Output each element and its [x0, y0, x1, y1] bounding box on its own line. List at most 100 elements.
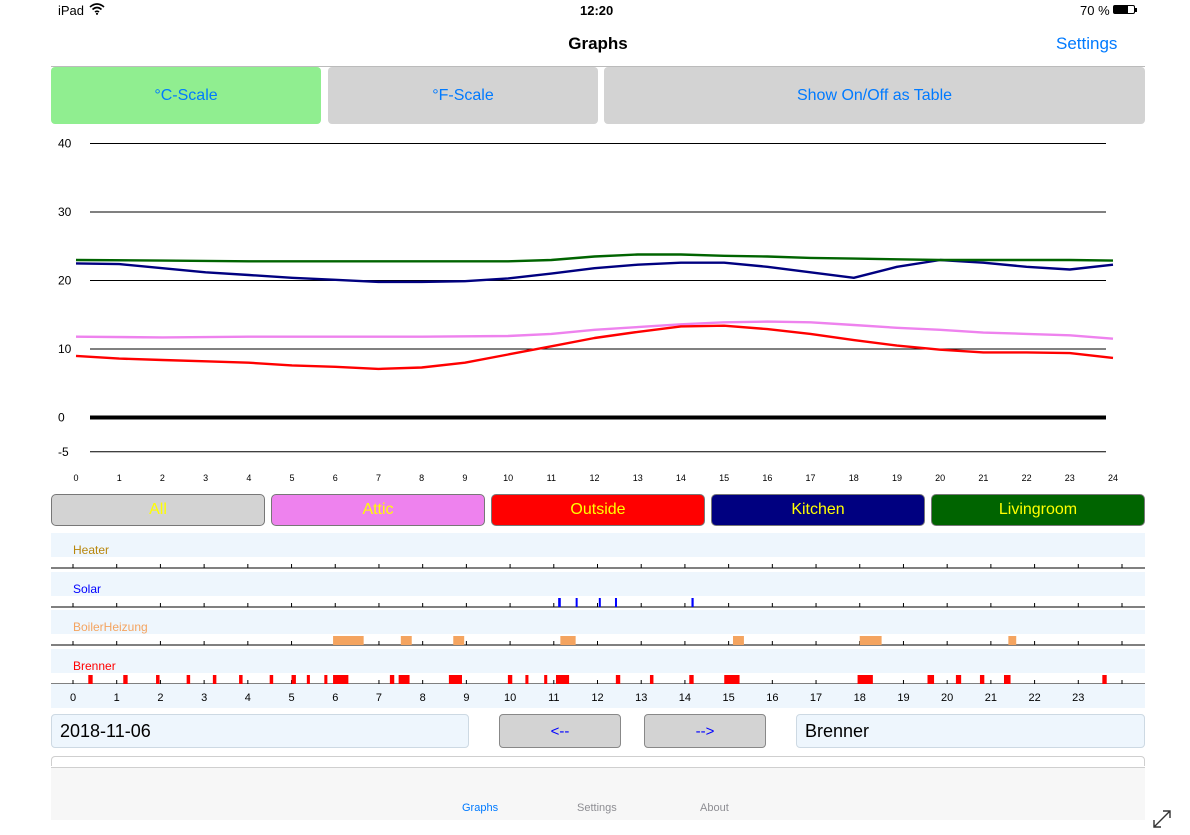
on-interval — [88, 675, 93, 684]
timeline-x-tick-label: 0 — [70, 692, 76, 704]
on-interval — [555, 675, 570, 684]
on-interval — [732, 636, 744, 645]
status-battery-text: 70 % — [1080, 3, 1110, 18]
timeline-x-tick-label: 10 — [504, 692, 516, 704]
timeline-x-tick-label: 12 — [591, 692, 603, 704]
series-line-outside — [75, 324, 1114, 371]
x-tick-label: 22 — [1022, 473, 1032, 483]
timeline-band — [51, 533, 1145, 557]
on-interval — [544, 675, 548, 684]
on-interval — [239, 675, 243, 684]
on-interval — [979, 675, 985, 684]
x-tick-label: 16 — [762, 473, 772, 483]
legend-kitchen-button[interactable]: Kitchen — [711, 494, 925, 526]
timeline-band — [51, 572, 1145, 596]
x-tick-label: 3 — [203, 473, 208, 483]
expand-icon[interactable] — [1151, 808, 1173, 830]
timeline-x-tick-label: 7 — [376, 692, 382, 704]
on-interval — [649, 675, 654, 684]
timeline-x-tick-label: 6 — [332, 692, 338, 704]
x-tick-label: 18 — [849, 473, 859, 483]
timeline-x-tick-label: 13 — [635, 692, 647, 704]
on-interval — [575, 598, 578, 607]
x-tick-label: 7 — [376, 473, 381, 483]
fahrenheit-scale-button[interactable]: °F-Scale — [328, 67, 598, 124]
timeline-band — [51, 610, 1145, 634]
x-tick-label: 8 — [419, 473, 424, 483]
on-interval — [389, 675, 395, 684]
on-interval — [212, 675, 217, 684]
on-interval — [525, 675, 529, 684]
on-interval — [269, 675, 274, 684]
on-interval — [615, 675, 621, 684]
timeline-x-tick-label: 14 — [679, 692, 691, 704]
timeline-x-tick-label: 16 — [766, 692, 778, 704]
show-table-button[interactable]: Show On/Off as Table — [604, 67, 1145, 124]
x-tick-label: 15 — [719, 473, 729, 483]
tab-settings[interactable]: Settings — [577, 802, 617, 814]
x-tick-label: 24 — [1108, 473, 1118, 483]
y-tick-label: 30 — [58, 205, 72, 219]
x-tick-label: 0 — [73, 473, 78, 483]
x-tick-label: 23 — [1065, 473, 1075, 483]
status-device: iPad — [58, 3, 85, 18]
timeline-x-tick-label: 18 — [854, 692, 866, 704]
next-day-button[interactable]: --> — [644, 714, 766, 748]
page-title: Graphs — [568, 34, 628, 53]
x-tick-label: 11 — [547, 473, 556, 483]
previous-day-button[interactable]: <-- — [499, 714, 621, 748]
legend-livingroom-button[interactable]: Livingroom — [931, 494, 1145, 526]
timeline-x-tick-label: 17 — [810, 692, 822, 704]
x-tick-label: 21 — [978, 473, 988, 483]
content-separator — [51, 756, 1145, 766]
on-interval — [333, 636, 364, 645]
date-field[interactable]: 2018-11-06 — [51, 714, 469, 748]
timeline-x-tick-label: 1 — [114, 692, 120, 704]
tab-about[interactable]: About — [700, 802, 729, 814]
on-interval — [400, 636, 412, 645]
timeline-x-tick-label: 11 — [548, 692, 559, 704]
y-tick-label: -5 — [58, 445, 69, 459]
x-tick-label: 17 — [806, 473, 816, 483]
on-interval — [453, 636, 465, 645]
x-tick-label: 9 — [462, 473, 467, 483]
timeline-x-tick-label: 3 — [201, 692, 207, 704]
device-field[interactable]: Brenner — [796, 714, 1145, 748]
on-interval — [333, 675, 349, 684]
on-interval — [691, 598, 694, 607]
on-interval — [1003, 675, 1011, 684]
on-interval — [598, 598, 601, 607]
settings-link[interactable]: Settings — [1056, 34, 1117, 54]
timeline-x-tick-label: 2 — [157, 692, 163, 704]
series-line-livingroom — [75, 253, 1114, 263]
on-interval — [1102, 675, 1107, 684]
on-interval — [398, 675, 410, 684]
timeline-label-heater: Heater — [73, 543, 109, 557]
timeline-x-tick-label: 23 — [1072, 692, 1084, 704]
on-interval — [558, 598, 561, 607]
x-tick-label: 13 — [633, 473, 643, 483]
temperature-chart: 403020100-50 1 2 3 4 5 6 7 8 9 10 11 12 13 14 15 16 17 18 1… — [58, 137, 1118, 484]
on-interval — [291, 675, 296, 684]
timeline-x-tick-label: 22 — [1028, 692, 1040, 704]
timeline-x-tick-label: 8 — [420, 692, 426, 704]
y-tick-label: 0 — [58, 411, 65, 425]
timeline-x-tick-label: 21 — [985, 692, 997, 704]
celsius-scale-button[interactable]: °C-Scale — [51, 67, 321, 124]
legend-outside-button[interactable]: Outside — [491, 494, 705, 526]
legend-all-button[interactable]: All — [51, 494, 265, 526]
legend-attic-button[interactable]: Attic — [271, 494, 485, 526]
y-tick-label: 10 — [58, 342, 72, 356]
x-tick-label: 20 — [935, 473, 945, 483]
on-interval — [857, 675, 873, 684]
x-tick-label: 12 — [589, 473, 599, 483]
x-tick-label: 1 — [117, 473, 122, 483]
x-tick-label: 6 — [333, 473, 338, 483]
on-interval — [724, 675, 740, 684]
onoff-timeline-chart: HeaterSolarBoilerHeizungBrenner0 1 2 3 4 5 6 7 8… — [51, 533, 1145, 708]
timeline-x-tick-label: 15 — [723, 692, 735, 704]
timeline-x-tick-label: 19 — [897, 692, 909, 704]
timeline-x-tick-label: 9 — [463, 692, 469, 704]
tab-graphs[interactable]: Graphs — [462, 802, 498, 814]
on-interval — [448, 675, 463, 684]
